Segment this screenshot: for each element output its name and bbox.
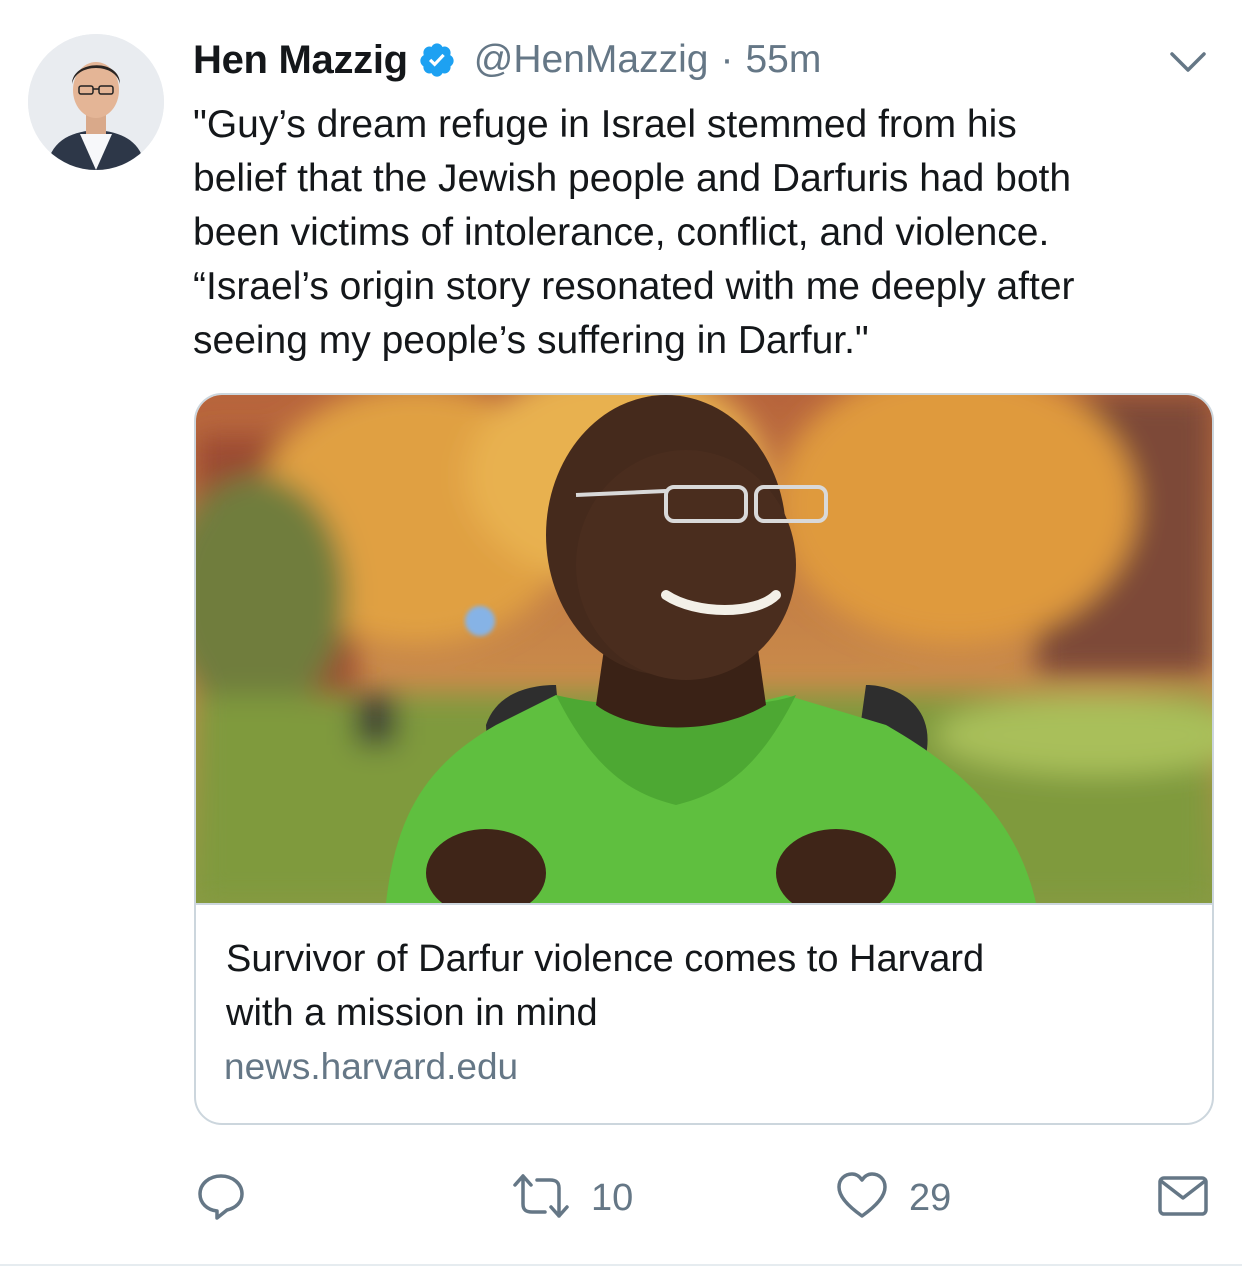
verified-badge-icon [418, 41, 456, 79]
retweet-count: 10 [591, 1176, 634, 1219]
card-title-line: Survivor of Darfur violence comes to Har… [226, 938, 985, 980]
card-divider [196, 903, 1212, 905]
retweet-icon [511, 1170, 571, 1227]
author-handle[interactable]: @HenMazzig [474, 38, 709, 82]
link-card[interactable]: Survivor of Darfur violence comes to Har… [194, 393, 1214, 1125]
tweet-divider [0, 1264, 1242, 1266]
retweet-button[interactable]: 10 [511, 1168, 633, 1228]
reply-icon [195, 1170, 247, 1227]
card-title-line: with a mission in mind [226, 992, 598, 1034]
tweet[interactable]: Hen Mazzig @HenMazzig · 55m "Guy’s dream… [0, 0, 1242, 1266]
tweet-text-line: “Israel’s origin story resonated with me… [193, 265, 1075, 308]
author-name[interactable]: Hen Mazzig [193, 38, 408, 83]
tweet-text-line: "Guy’s dream refuge in Israel stemmed fr… [193, 103, 1017, 146]
tweet-header: Hen Mazzig @HenMazzig · 55m [193, 34, 821, 86]
tweet-text-line: been victims of intolerance, conflict, a… [193, 211, 1050, 254]
tweet-timestamp[interactable]: 55m [745, 38, 821, 82]
like-count: 29 [909, 1176, 952, 1219]
heart-icon [835, 1170, 889, 1227]
tweet-text: "Guy’s dream refuge in Israel stemmed fr… [193, 98, 1213, 368]
tweet-text-line: belief that the Jewish people and Darfur… [193, 157, 1072, 200]
card-domain[interactable]: news.harvard.edu [224, 1046, 518, 1088]
envelope-icon [1157, 1174, 1209, 1223]
card-image [196, 395, 1212, 917]
separator-dot: · [720, 38, 734, 81]
reply-button[interactable] [195, 1168, 247, 1228]
direct-message-button[interactable] [1157, 1168, 1209, 1228]
action-bar: 10 29 [193, 1168, 1223, 1228]
tweet-text-line: seeing my people’s suffering in Darfur." [193, 319, 869, 362]
chevron-down-icon[interactable] [1166, 44, 1210, 80]
like-button[interactable]: 29 [835, 1168, 951, 1228]
avatar[interactable] [28, 34, 164, 170]
card-title[interactable]: Survivor of Darfur violence comes to Har… [226, 932, 1186, 1040]
